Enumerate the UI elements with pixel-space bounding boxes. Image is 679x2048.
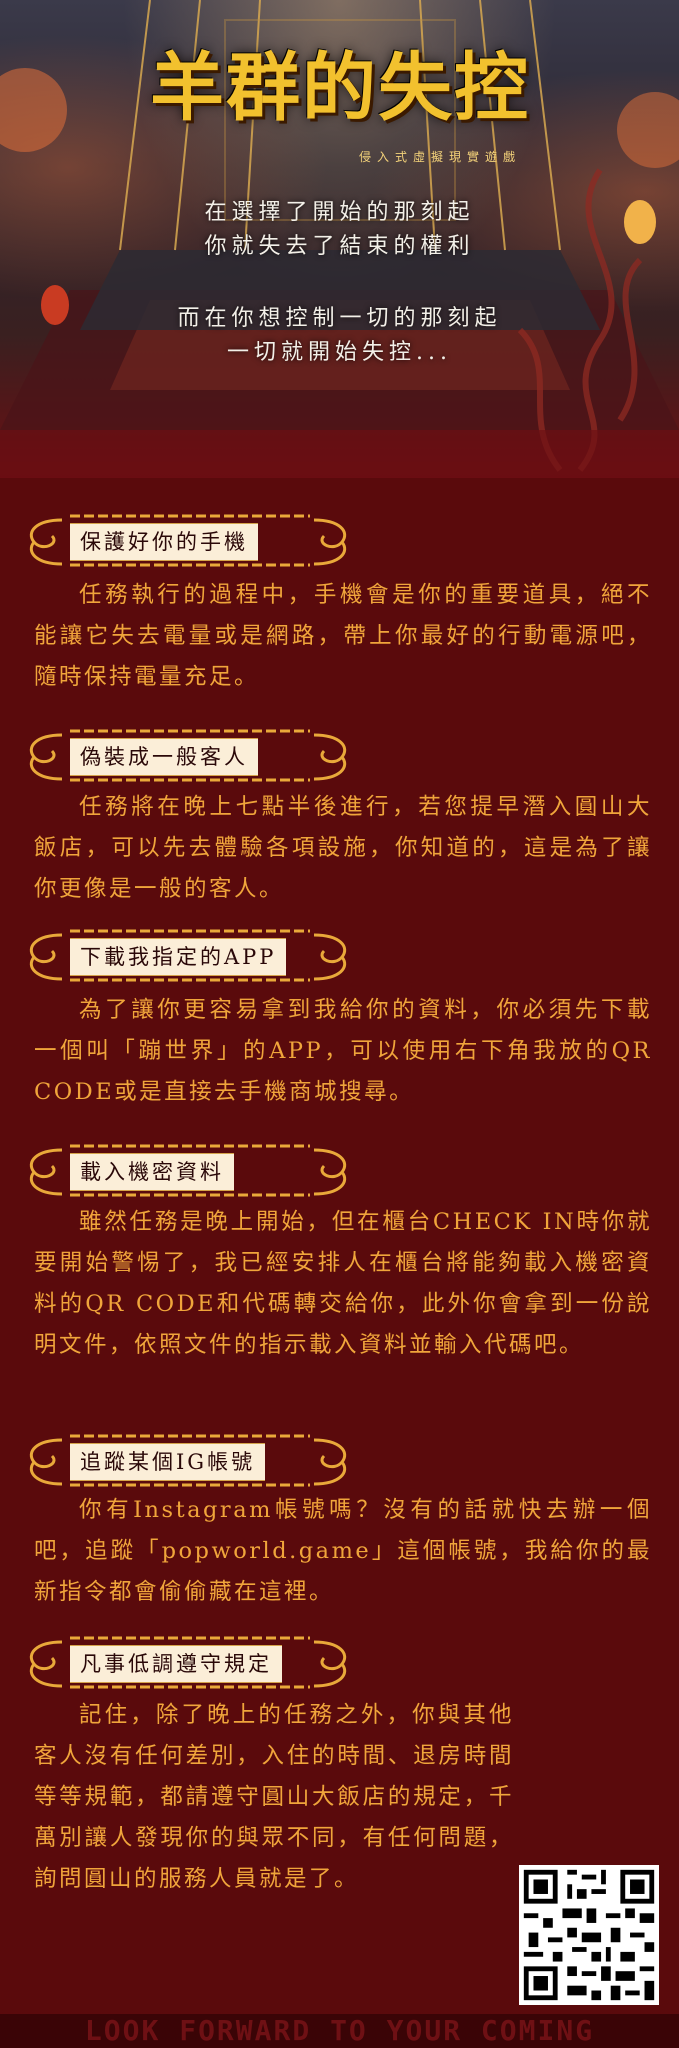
scroll-ornament-icon xyxy=(313,518,347,566)
ornament-border-icon xyxy=(70,563,310,567)
scroll-ornament-icon xyxy=(313,1640,347,1688)
section-body-4: 雖然任務是晚上開始，但在櫃台CHECK IN時你就要開始警惕了，我已經安排人在櫃… xyxy=(34,1209,652,1358)
ornament-border-icon xyxy=(70,978,310,982)
qr-code[interactable] xyxy=(519,1865,659,2005)
section-heading-label: 偽裝成一般客人 xyxy=(70,738,258,776)
section-heading-4: 載入機密資料 xyxy=(16,1140,356,1202)
section-body-5: 你有Instagram帳號嗎？沒有的話就快去辦一個吧，追蹤「popworld.g… xyxy=(34,1497,652,1605)
section-body-6: 記住，除了晚上的任務之外，你與其他客人沒有任何差別，入住的時間、退房時間等等規範… xyxy=(34,1702,514,1892)
ornament-border-icon xyxy=(70,1193,310,1197)
tagline-line-2: 你就失去了結束的權利 xyxy=(204,234,475,259)
section-body-2: 任務將在晚上七點半後進行，若您提早潛入圓山大飯店，可以先去體驗各項設施，你知道的… xyxy=(34,794,652,902)
section-heading-2: 偽裝成一般客人 xyxy=(16,725,356,787)
scroll-ornament-icon xyxy=(29,733,63,781)
scroll-ornament-icon xyxy=(29,1438,63,1486)
section-heading-5: 追蹤某個IG帳號 xyxy=(16,1430,356,1492)
scroll-ornament-icon xyxy=(313,933,347,981)
section-heading-label: 下載我指定的APP xyxy=(70,938,287,976)
section-heading-1: 保護好你的手機 xyxy=(16,510,356,572)
game-subtitle: 侵入式虛擬現實遊戲 xyxy=(358,150,521,164)
scroll-ornament-icon xyxy=(313,1438,347,1486)
section-heading-label: 載入機密資料 xyxy=(70,1153,234,1191)
ornament-border-icon xyxy=(70,1685,310,1689)
scroll-ornament-icon xyxy=(29,933,63,981)
tagline-line-3: 而在你想控制一切的那刻起 xyxy=(177,306,502,331)
scroll-ornament-icon xyxy=(313,1148,347,1196)
scroll-ornament-icon xyxy=(29,1640,63,1688)
ornament-border-icon xyxy=(70,1483,310,1487)
section-body-1: 任務執行的過程中，手機會是你的重要道具，絕不能讓它失去電量或是網路，帶上你最好的… xyxy=(34,582,652,690)
ornament-border-icon xyxy=(70,1434,310,1438)
ornament-border-icon xyxy=(70,1636,310,1640)
section-heading-3: 下載我指定的APP xyxy=(16,925,356,987)
scroll-ornament-icon xyxy=(29,1148,63,1196)
section-heading-label: 凡事低調遵守規定 xyxy=(70,1645,282,1683)
game-title: 羊群的失控 xyxy=(150,45,530,131)
scroll-ornament-icon xyxy=(313,733,347,781)
ornament-border-icon xyxy=(70,778,310,782)
footer-banner: LOOK FORWARD TO YOUR COMING xyxy=(0,2014,679,2048)
qr-code-icon xyxy=(519,1865,659,2005)
section-heading-label: 追蹤某個IG帳號 xyxy=(70,1443,266,1481)
section-heading-label: 保護好你的手機 xyxy=(70,523,258,561)
scroll-ornament-icon xyxy=(29,518,63,566)
ornament-border-icon xyxy=(70,729,310,733)
ornament-border-icon xyxy=(70,929,310,933)
section-heading-6: 凡事低調遵守規定 xyxy=(16,1632,356,1694)
ornament-border-icon xyxy=(70,514,310,518)
tagline-line-1: 在選擇了開始的那刻起 xyxy=(204,200,475,225)
hero-banner: 羊群的失控 侵入式虛擬現實遊戲 在選擇了開始的那刻起 你就失去了結束的權利 而在… xyxy=(0,0,679,478)
tagline-line-4: 一切就開始失控... xyxy=(227,340,452,365)
ornament-border-icon xyxy=(70,1144,310,1148)
section-body-3: 為了讓你更容易拿到我給你的資料，你必須先下載一個叫「蹦世界」的APP，可以使用右… xyxy=(34,997,652,1105)
